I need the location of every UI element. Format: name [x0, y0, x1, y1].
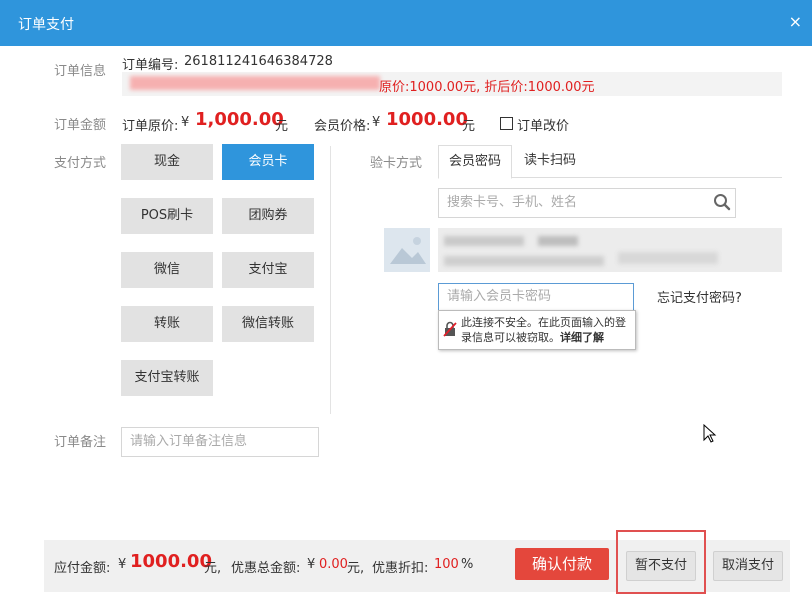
discount-total-label: 优惠总金额:: [231, 561, 301, 576]
image-placeholder-icon: [390, 237, 426, 264]
redacted-member-info: [538, 236, 578, 246]
pay-group-voucher-button[interactable]: 团购券: [222, 198, 314, 234]
member-price-label: 会员价格:: [314, 119, 371, 134]
pay-transfer-button[interactable]: 转账: [121, 306, 213, 342]
currency-symbol: ¥: [118, 557, 127, 572]
close-icon[interactable]: ×: [789, 12, 802, 31]
payment-method-label: 支付方式: [54, 156, 107, 171]
pay-alipay-button[interactable]: 支付宝: [222, 252, 314, 288]
discount-total-value: 0.00: [319, 557, 348, 572]
member-search-input[interactable]: 搜索卡号、手机、姓名: [438, 188, 736, 218]
currency-symbol: ¥: [307, 557, 316, 572]
orig-price-value: 1,000.00: [195, 109, 284, 130]
pay-wechat-button[interactable]: 微信: [121, 252, 213, 288]
redacted-member-info: [444, 236, 524, 246]
discount-rate-value: 100: [434, 557, 459, 572]
discount-total-unit: 元,: [347, 561, 365, 576]
member-price-unit: 元: [462, 119, 476, 134]
order-no-label: 订单编号:: [122, 58, 179, 73]
insecure-connection-tooltip: 此连接不安全。在此页面输入的登录信息可以被窃取。详细了解: [438, 310, 636, 350]
pay-wechat-transfer-button[interactable]: 微信转账: [222, 306, 314, 342]
order-note-input[interactable]: 请输入订单备注信息: [121, 427, 319, 457]
dialog-title: 订单支付: [18, 17, 74, 33]
order-no-value: 261811241646384728: [184, 54, 333, 69]
verify-method-label: 验卡方式: [370, 156, 423, 171]
order-summary-row: 原价:1000.00元, 折后价:1000.00元: [122, 72, 782, 96]
percent-sign: %: [461, 557, 474, 572]
member-card-result[interactable]: [438, 228, 782, 272]
tooltip-message: 此连接不安全。在此页面输入的登录信息可以被窃取。详细了解: [461, 316, 626, 344]
vertical-divider: [330, 146, 331, 414]
member-avatar: [384, 228, 430, 272]
due-amount-unit: 元,: [204, 561, 222, 576]
redacted-member-info: [444, 256, 604, 266]
redacted-product-name: [130, 76, 380, 90]
orig-price-unit: 元: [275, 119, 289, 134]
change-price-checkbox[interactable]: [500, 117, 513, 130]
discount-rate-label: 优惠折扣:: [372, 561, 429, 576]
learn-more-link[interactable]: 详细了解: [560, 331, 604, 344]
due-amount-label: 应付金额:: [54, 561, 111, 576]
currency-symbol: ¥: [372, 115, 381, 130]
pay-pos-button[interactable]: POS刷卡: [121, 198, 213, 234]
price-note: 原价:1000.00元, 折后价:1000.00元: [379, 80, 595, 95]
dialog-titlebar: 订单支付 ×: [0, 0, 812, 46]
defer-payment-button[interactable]: 暂不支付: [626, 551, 696, 581]
insecure-lock-icon: [443, 321, 457, 337]
due-amount-value: 1000.00: [130, 551, 212, 572]
pay-alipay-transfer-button[interactable]: 支付宝转账: [121, 360, 213, 396]
pay-cash-button[interactable]: 现金: [121, 144, 213, 180]
tab-read-card-scan[interactable]: 读卡扫码: [514, 145, 586, 177]
order-info-label: 订单信息: [54, 64, 107, 79]
cancel-payment-button[interactable]: 取消支付: [713, 551, 783, 581]
tab-member-password[interactable]: 会员密码: [438, 145, 512, 179]
mouse-cursor-icon: [703, 424, 717, 443]
search-icon[interactable]: [713, 193, 731, 211]
currency-symbol: ¥: [181, 115, 190, 130]
orig-price-label: 订单原价:: [122, 119, 179, 134]
change-price-label: 订单改价: [517, 119, 570, 134]
amount-label: 订单金额: [54, 118, 107, 133]
confirm-payment-button[interactable]: 确认付款: [515, 548, 609, 580]
order-note-label: 订单备注: [54, 435, 107, 450]
member-password-input[interactable]: 请输入会员卡密码: [438, 283, 634, 311]
forgot-password-link[interactable]: 忘记支付密码?: [657, 287, 742, 306]
pay-member-card-button[interactable]: 会员卡: [222, 144, 314, 180]
redacted-member-info: [618, 252, 718, 264]
member-price-value: 1000.00: [386, 109, 468, 130]
order-payment-dialog: 订单支付 × 订单信息 订单编号: 261811241646384728 原价:…: [0, 0, 812, 602]
